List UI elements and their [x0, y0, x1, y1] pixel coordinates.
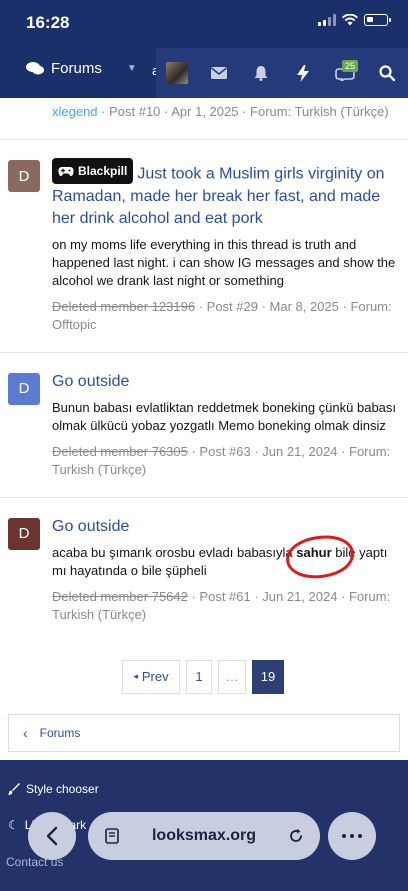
- search-button[interactable]: [366, 48, 408, 98]
- post-author: Deleted member 75642: [52, 588, 188, 604]
- result-meta: Deleted member 76305 · Post #63 · Jun 21…: [52, 443, 398, 479]
- status-icons: [318, 14, 391, 26]
- result-meta: Deleted member 75642 · Post #61 · Jun 21…: [52, 588, 398, 624]
- envelope-icon: [211, 67, 227, 79]
- wifi-icon: [342, 14, 358, 26]
- page-ellipsis[interactable]: …: [218, 659, 246, 694]
- conversations-badge: 25: [342, 60, 359, 72]
- browser-more-button[interactable]: [328, 812, 376, 860]
- previous-result-meta: xlegend · Post #10 · Apr 1, 2025 · Forum…: [0, 98, 408, 140]
- browser-address-bar[interactable]: looksmax.org: [88, 812, 320, 860]
- post-author-link[interactable]: xlegend: [52, 104, 98, 119]
- user-avatar-button[interactable]: [156, 48, 198, 98]
- bell-icon: [254, 65, 268, 81]
- search-result-item: D Blackpill Just took a Muslim girls vir…: [0, 140, 408, 353]
- cellular-signal-icon: [318, 14, 336, 26]
- avatar[interactable]: D: [8, 372, 40, 405]
- post-meta-text: · Post #10 · Apr 1, 2025 · Forum: Turkis…: [97, 104, 389, 119]
- nav-forums-label: Forums: [51, 60, 102, 77]
- nav-forums-menu[interactable]: Forums ▼: [26, 60, 137, 77]
- search-result-item: D Go outside acaba bu şımarık orosbu evl…: [0, 498, 408, 642]
- avatar[interactable]: D: [8, 517, 40, 550]
- reader-mode-icon[interactable]: [104, 828, 120, 844]
- whats-new-button[interactable]: [282, 48, 324, 98]
- status-time: 16:28: [26, 13, 70, 32]
- prev-page-button[interactable]: ◂ Prev: [122, 659, 180, 694]
- result-title-link[interactable]: Blackpill Just took a Muslim girls virgi…: [52, 158, 398, 230]
- gamepad-icon: [58, 166, 74, 176]
- chevron-down-icon[interactable]: ▼: [127, 63, 137, 74]
- breadcrumb-label: Forums: [39, 725, 81, 740]
- browser-back-button[interactable]: [28, 812, 76, 860]
- page-1-button[interactable]: 1: [186, 659, 212, 694]
- avatar: [166, 62, 188, 84]
- conversations-button[interactable]: 25: [324, 48, 366, 98]
- snippet-text: acaba bu şımarık orosbu evladı babasıyla: [52, 544, 297, 560]
- more-dots-icon: [342, 834, 362, 838]
- chevron-left-icon: ◂: [133, 671, 138, 681]
- chevron-left-icon: [46, 826, 58, 846]
- result-snippet: on my moms life everything in this threa…: [52, 236, 396, 288]
- prefix-label-text: Blackpill: [78, 164, 128, 178]
- moon-icon: ☾: [8, 818, 19, 832]
- style-chooser-link[interactable]: Style chooser: [8, 782, 99, 796]
- inbox-button[interactable]: [198, 48, 240, 98]
- paintbrush-icon: [8, 783, 20, 795]
- search-icon: [379, 65, 395, 81]
- result-snippet: Bunun babası evlatliktan reddetmek bonek…: [52, 399, 397, 433]
- chat-bubbles-icon: [26, 62, 44, 75]
- avatar[interactable]: D: [8, 160, 40, 192]
- lightning-icon: [297, 64, 309, 82]
- post-author: Deleted member 76305: [52, 443, 188, 459]
- result-snippet: acaba bu şımarık orosbu evladı babasıyla…: [52, 544, 398, 580]
- result-meta: Deleted member 123196 · Post #29 · Mar 8…: [52, 298, 398, 334]
- post-author: Deleted member 123196: [52, 298, 196, 314]
- reload-icon[interactable]: [288, 828, 304, 844]
- search-results: xlegend · Post #10 · Apr 1, 2025 · Forum…: [0, 98, 408, 752]
- current-page[interactable]: 19: [252, 659, 284, 694]
- breadcrumb[interactable]: ‹ Forums: [8, 713, 400, 752]
- search-result-item: D Go outside Bunun babası evlatliktan re…: [0, 353, 408, 498]
- top-bar: 16:28 Forums ▼ a: [0, 0, 408, 98]
- style-chooser-label: Style chooser: [26, 782, 99, 796]
- snippet-highlight: sahur: [296, 544, 332, 560]
- battery-icon: [364, 14, 391, 26]
- result-title-link[interactable]: Go outside: [52, 516, 398, 538]
- thread-prefix-label[interactable]: Blackpill: [52, 158, 134, 184]
- chevron-left-icon: ‹: [23, 724, 28, 741]
- browser-url: looksmax.org: [151, 827, 257, 844]
- prev-label: Prev: [141, 669, 169, 684]
- alerts-button[interactable]: [240, 48, 282, 98]
- result-title-link[interactable]: Go outside: [52, 371, 398, 393]
- pagination: ◂ Prev 1 … 19: [0, 659, 408, 694]
- user-nav-icons: 25: [156, 48, 408, 98]
